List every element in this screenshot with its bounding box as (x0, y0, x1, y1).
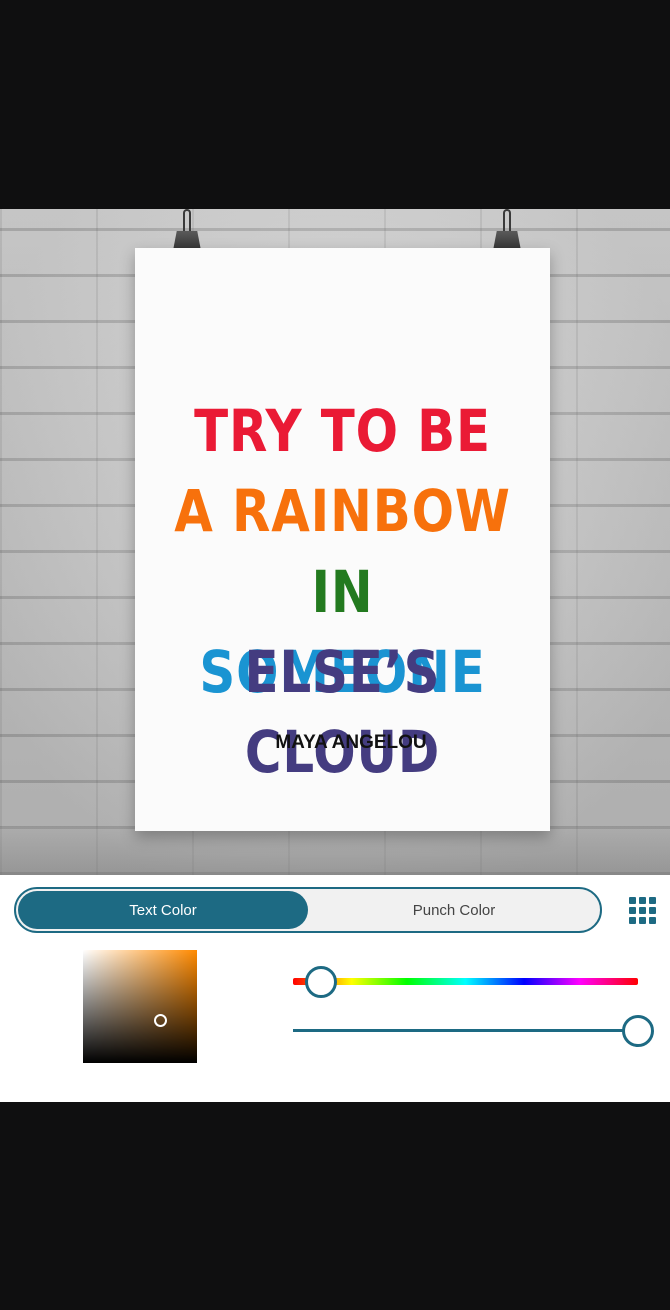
design-canvas[interactable]: TRY TO BE A RAINBOW IN SOMEONE ELSE’S CL… (0, 209, 670, 875)
quote-line-1[interactable]: TRY TO BE (164, 391, 521, 471)
quote-segment: IN (311, 558, 374, 626)
opacity-slider-thumb[interactable] (622, 1015, 654, 1047)
quote-segment: ELSE’S CLOUD (244, 638, 441, 786)
color-target-toggle: Text Color Punch Color (14, 887, 602, 933)
grid-icon[interactable] (629, 897, 656, 924)
saturation-value-picker[interactable] (83, 950, 197, 1063)
picker-cursor[interactable] (154, 1014, 167, 1027)
color-controls-panel: Text Color Punch Color (0, 875, 670, 1102)
quote-author[interactable]: MAYA ANGELOU (135, 732, 567, 754)
top-black-bar (0, 0, 670, 209)
tab-text-color[interactable]: Text Color (18, 891, 308, 929)
hue-slider-thumb[interactable] (304, 966, 337, 998)
quote-segment: A RAINBOW (174, 477, 511, 545)
poster-card[interactable]: TRY TO BE A RAINBOW IN SOMEONE ELSE’S CL… (135, 248, 550, 831)
quote-line-2[interactable]: A RAINBOW (164, 471, 521, 551)
hue-slider[interactable] (293, 978, 638, 985)
quote-segment: TRY TO BE (194, 397, 491, 465)
quote-line-4[interactable]: ELSE’S CLOUD (164, 632, 521, 792)
bottom-black-bar (0, 1102, 670, 1310)
wall-floor-shadow (0, 827, 670, 875)
opacity-slider[interactable] (293, 1029, 638, 1032)
tab-punch-color[interactable]: Punch Color (312, 891, 596, 929)
